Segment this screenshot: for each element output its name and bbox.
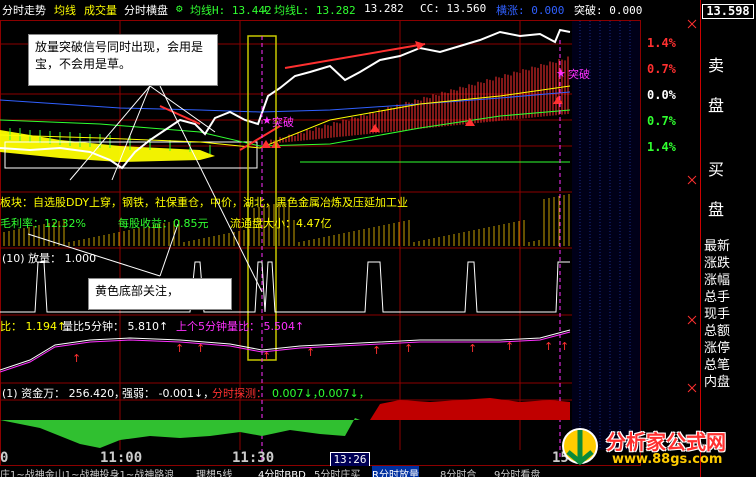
svg-text:↑: ↑: [505, 340, 514, 353]
svg-text:↑: ↑: [468, 342, 477, 355]
menu-total-volume[interactable]: 总手: [704, 289, 730, 306]
tab-dealer-buy[interactable]: 5分时庄买: [314, 466, 360, 477]
site-watermark: 分析家公式网 www.88gs.com: [560, 422, 750, 474]
chart-title: 分时走势: [2, 4, 46, 17]
menu-inner-volume[interactable]: 内盘: [704, 374, 730, 391]
svg-text:↑: ↑: [544, 340, 553, 353]
ratio-row-c: 上个5分钟量比： 5.504↑: [176, 320, 305, 333]
volume-signal-row: (10) 放量： 1.000: [2, 252, 97, 265]
menu-latest[interactable]: 最新: [704, 238, 730, 255]
menu-turnover[interactable]: 总额: [704, 323, 730, 340]
volume-toggle[interactable]: 成交量: [84, 2, 117, 18]
svg-text:↑: ↑: [404, 342, 413, 355]
buy-label-1: 买: [708, 160, 725, 179]
breakout-value: 突破: 0.000: [574, 4, 643, 17]
breakout-label-2: 突破: [568, 68, 590, 81]
time-label-1100: 11:00: [100, 450, 143, 466]
price-level-4: 0.7%: [647, 114, 676, 128]
chart-header: 分时走势 均线 成交量 分时横盘 ⚙ 均线H: 13.442 ↓ 均线L: 13…: [0, 0, 700, 20]
svg-text:↑: ↑: [262, 350, 271, 363]
tab-combine[interactable]: 8分时合: [440, 466, 476, 477]
price-level-1: 1.4%: [647, 36, 676, 50]
cursor-time: 13:26: [330, 452, 370, 467]
menu-limit-up[interactable]: 涨停: [704, 340, 730, 357]
money-row-d: 0.007↓，: [272, 387, 324, 400]
money-row-e: 0.007↓，: [318, 387, 370, 400]
svg-text:↑: ↑: [175, 342, 184, 355]
float-cap: 流通盘大小：4.47亿: [230, 217, 332, 230]
svg-text:★: ★: [556, 67, 566, 80]
ratio-row-a: 比： 1.194↑: [0, 320, 67, 333]
value-a: 13.282: [364, 2, 404, 15]
svg-text:★: ★: [262, 114, 272, 127]
tab-watch[interactable]: 9分时看盘: [494, 466, 540, 477]
tab-volume-surge[interactable]: R分时放量: [372, 466, 419, 477]
money-row-b: 强弱： -0.001↓，: [122, 387, 215, 400]
sell-label-1: 卖: [708, 56, 725, 75]
watermark-name: 分析家公式网: [606, 430, 726, 454]
intraday-trend-label: 分时横盘: [124, 4, 168, 17]
svg-text:↑: ↑: [560, 340, 569, 353]
menu-change-pct[interactable]: 涨幅: [704, 272, 730, 289]
gear-icon[interactable]: ⚙: [176, 2, 183, 15]
tab-strategy[interactable]: 庄1~战神金山1~战神投身1~战神路浪: [0, 466, 174, 477]
svg-text:↑: ↑: [372, 344, 381, 357]
tab-ideal5[interactable]: 理想5线: [196, 466, 232, 477]
yellow-bottom-callout: 黄色底部关注，: [88, 278, 232, 310]
ma-l-value: 均线L: 13.282: [274, 4, 356, 17]
svg-text:↑: ↑: [306, 346, 315, 359]
time-label-0: 0: [0, 450, 9, 466]
watermark-url: www.88gs.com: [612, 452, 723, 467]
buy-label-2: 盘: [708, 200, 725, 219]
ma-h-value: 均线H: 13.442: [190, 4, 272, 17]
price-level-5: 1.4%: [647, 140, 676, 154]
sector-info: 板块：自选股DDY上穿，钢铁，社保重仓，中价，湖北，黑色金属冶炼及压延加工业: [0, 196, 409, 209]
quote-menu: 最新 涨跌 涨幅 总手 现手 总额 涨停 总笔 内盘: [704, 238, 730, 391]
price-level-3: 0.0%: [647, 88, 676, 102]
time-label-1130: 11:30: [232, 450, 275, 466]
money-row-a: (1) 资金万： 256.420，: [2, 387, 126, 400]
eps: 每股收益：0.85元: [118, 217, 209, 230]
money-row-c: 分时探测：: [212, 387, 267, 400]
logo-icon: [562, 428, 598, 466]
last-price: 13.598: [702, 4, 754, 19]
gross-margin: 毛利率：12.32%: [0, 217, 86, 230]
breakout-label-1: 突破: [272, 116, 294, 129]
price-level-2: 0.7%: [647, 62, 676, 76]
menu-trade-count[interactable]: 总笔: [704, 357, 730, 374]
svg-text:↑: ↑: [196, 342, 205, 355]
flat-up-value: 横涨: 0.000: [496, 4, 565, 17]
signal-callout: 放量突破信号同时出现，会用是宝，不会用是草。: [28, 34, 218, 86]
menu-change[interactable]: 涨跌: [704, 255, 730, 272]
ratio-row-b: 量比5分钟： 5.810↑: [62, 320, 169, 333]
cc-value: CC: 13.560: [420, 2, 487, 15]
svg-text:↑: ↑: [72, 352, 81, 365]
sell-label-2: 盘: [708, 96, 725, 115]
avg-line-toggle[interactable]: 均线: [54, 2, 76, 18]
tab-bbd[interactable]: 4分时BBD: [258, 466, 306, 477]
menu-current-volume[interactable]: 现手: [704, 306, 730, 323]
arrow-down-icon: ↓: [262, 2, 269, 15]
